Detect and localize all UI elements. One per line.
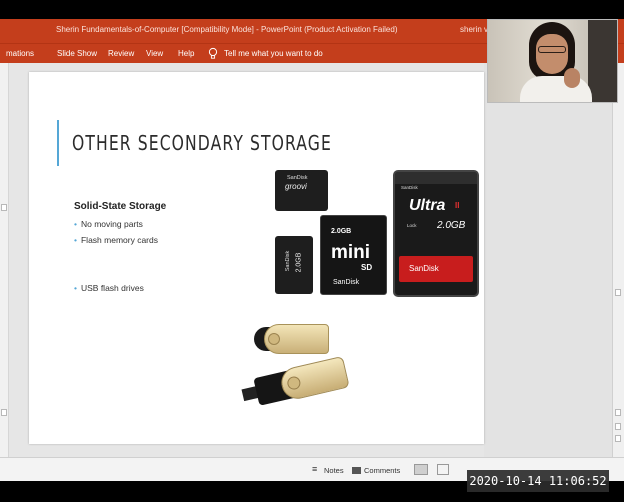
scroll-down-arrow[interactable] [615, 409, 621, 416]
title-accent-bar [57, 120, 59, 166]
usb-drive-image-top[interactable] [254, 324, 332, 354]
bullet-item[interactable]: • Flash memory cards [74, 235, 158, 245]
sd-card-ultra-image[interactable]: SanDisk Ultra II Lock 2.0GB SanDisk [393, 170, 479, 297]
comments-icon [352, 467, 361, 474]
bullet-item[interactable]: • No moving parts [74, 219, 143, 229]
bullet-dot: • [74, 219, 77, 229]
slide-thumbnail-pane-edge[interactable] [0, 63, 9, 457]
scroll-next-slide[interactable] [615, 435, 621, 442]
person-glasses [538, 46, 566, 53]
sd-card-label-strip [395, 172, 477, 184]
webcam-video-feed [487, 19, 618, 103]
recording-timestamp: 2020-10-14 11:06:52 [467, 470, 609, 492]
user-name[interactable]: sherin v [460, 25, 488, 34]
tab-slide-show[interactable]: Slide Show [57, 49, 97, 58]
comments-button[interactable]: Comments [364, 466, 400, 475]
slide-title[interactable]: OTHER SECONDARY STORAGE [72, 131, 332, 155]
bullet-item[interactable]: • USB flash drives [74, 283, 144, 293]
bullet-dot: • [74, 283, 77, 293]
slide-sorter-view-button[interactable] [437, 464, 449, 475]
tab-review[interactable]: Review [108, 49, 134, 58]
notes-button[interactable]: Notes [324, 466, 344, 475]
microsd-card-top-image[interactable]: SanDisk groovi [275, 170, 328, 211]
right-pane [484, 63, 624, 457]
pane-handle[interactable] [1, 204, 7, 211]
tab-animations[interactable]: mations [6, 49, 34, 58]
lightbulb-icon [208, 47, 218, 59]
usb-pivot [268, 333, 280, 345]
person-face [536, 34, 568, 74]
window-title: Sherin Fundamentals-of-Computer [Compati… [56, 25, 398, 34]
background-doorframe [588, 20, 617, 102]
normal-view-button[interactable] [414, 464, 428, 475]
microsd-card-left-image[interactable]: SanDisk 2.0GB [275, 236, 313, 294]
tell-me-search[interactable]: Tell me what you want to do [224, 49, 323, 58]
person-shirt [520, 76, 592, 102]
person-hand [564, 68, 580, 88]
tab-view[interactable]: View [146, 49, 163, 58]
minisd-card-image[interactable]: 2.0GB mini SD SanDisk [320, 215, 387, 295]
sd-card-red-band: SanDisk [399, 256, 473, 282]
usb-drive-image-bottom[interactable] [237, 345, 355, 418]
slide-canvas[interactable]: OTHER SECONDARY STORAGE Solid-State Stor… [29, 72, 484, 444]
scroll-prev-slide[interactable] [615, 423, 621, 430]
vertical-scrollbar[interactable] [612, 63, 624, 457]
tab-help[interactable]: Help [178, 49, 194, 58]
scrollbar-thumb[interactable] [615, 289, 621, 296]
notes-icon: ≡ [312, 464, 318, 474]
bullet-dot: • [74, 235, 77, 245]
pane-handle[interactable] [1, 409, 7, 416]
section-heading[interactable]: Solid-State Storage [74, 201, 166, 212]
screen: Sherin Fundamentals-of-Computer [Compati… [0, 0, 624, 502]
